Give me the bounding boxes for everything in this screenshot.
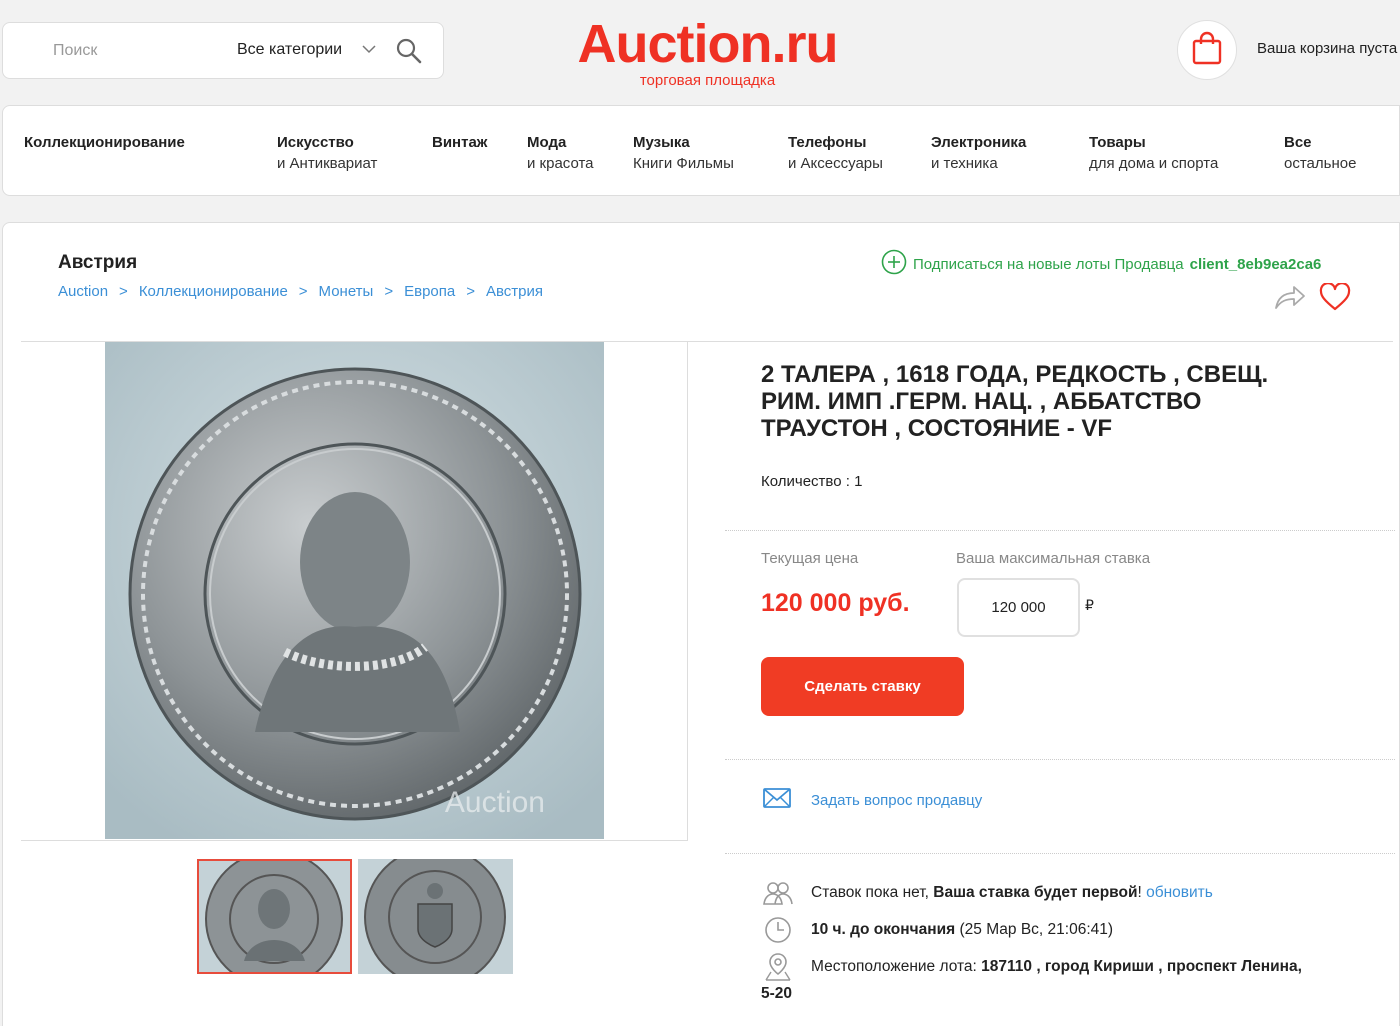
exclamation: ! xyxy=(1137,884,1142,901)
subscribe-seller-link[interactable]: Подписаться на новые лоты Продавца clien… xyxy=(881,249,1321,279)
nav-item-phones[interactable]: Телефоны и Аксессуары xyxy=(788,132,883,174)
nav-label: Телефоны xyxy=(788,134,867,151)
image-gallery: Auction xyxy=(21,341,688,841)
location-value-tail: 5-20 xyxy=(761,985,793,1002)
breadcrumb-link[interactable]: Австрия xyxy=(486,283,543,300)
nav-label: Коллекционирование xyxy=(24,134,185,151)
coin-thumbnail-image xyxy=(358,859,513,974)
nav-sublabel: для дома и спорта xyxy=(1089,155,1219,172)
current-price: 120 000 руб. xyxy=(761,589,910,617)
search-box: Все категории xyxy=(2,22,444,79)
location-label: Местоположение лота: xyxy=(811,958,977,975)
ask-seller-text: Задать вопрос продавцу xyxy=(811,792,983,809)
nav-item-home[interactable]: Товары для дома и спорта xyxy=(1089,132,1218,174)
nav-item-art[interactable]: Искусство и Антиквариат xyxy=(277,132,377,174)
quantity-label: Количество : xyxy=(761,473,850,490)
search-input[interactable] xyxy=(53,23,213,78)
nav-label: Товары xyxy=(1089,134,1146,151)
category-select[interactable]: Все категории xyxy=(237,41,342,59)
coin-thumbnail-image xyxy=(199,861,350,972)
divider xyxy=(725,759,1395,760)
nav-label: Мода xyxy=(527,134,567,151)
share-icon[interactable] xyxy=(1273,283,1307,316)
nav-item-other[interactable]: Все остальное xyxy=(1284,132,1356,174)
max-bid-label: Ваша максимальная ставка xyxy=(956,550,1151,567)
nav-label: Электроника xyxy=(931,134,1027,151)
currency-symbol: ₽ xyxy=(1085,597,1094,613)
place-bid-button[interactable]: Сделать ставку xyxy=(761,657,964,716)
nav-sublabel: остальное xyxy=(1284,155,1357,172)
seller-name: client_8eb9ea2ca6 xyxy=(1189,255,1322,273)
nav-label: Музыка xyxy=(633,134,690,151)
shopping-bag-icon xyxy=(1191,31,1223,70)
breadcrumb-separator: > xyxy=(466,283,475,300)
lot-card: Австрия Auction > Коллекционирование > Монет… xyxy=(2,222,1400,1026)
quantity-value: 1 xyxy=(854,473,863,490)
users-icon xyxy=(763,880,793,906)
breadcrumb-separator: > xyxy=(119,283,128,300)
thumbnail-obverse[interactable] xyxy=(197,859,352,974)
coin-obverse-image: Auction xyxy=(105,342,604,839)
breadcrumb-link[interactable]: Auction xyxy=(58,283,108,300)
first-bid-text: Ваша ставка будет первой xyxy=(933,884,1138,901)
envelope-icon xyxy=(763,788,791,813)
nav-item-fashion[interactable]: Мода и красота xyxy=(527,132,594,174)
time-left-row: 10 ч. до окончания (25 Мар Вс, 21:06:41) xyxy=(763,916,1113,944)
breadcrumb: Auction > Коллекционирование > Монеты > Европа… xyxy=(58,283,543,300)
cart-status-text[interactable]: Ваша корзина пуста xyxy=(1257,40,1397,57)
max-bid-input[interactable] xyxy=(957,578,1080,637)
quantity: Количество : 1 xyxy=(761,473,862,490)
nav-sublabel: и красота xyxy=(527,155,594,172)
category-nav: Коллекционирование Искусство и Антиквариа… xyxy=(2,105,1400,196)
nav-item-electronics[interactable]: Электроника и техника xyxy=(931,132,1026,174)
end-date: (25 Мар Вс, 21:06:41) xyxy=(959,921,1114,938)
subscribe-text: Подписаться на новые лоты Продавца xyxy=(913,255,1184,273)
map-pin-icon xyxy=(763,952,793,982)
ask-seller-link[interactable]: Задать вопрос продавцу xyxy=(763,788,982,813)
site-logo[interactable]: Auction.ru торговая площадка xyxy=(565,14,850,89)
refresh-link[interactable]: обновить xyxy=(1146,884,1213,902)
nav-sublabel: и Антиквариат xyxy=(277,155,378,172)
nav-label: Искусство xyxy=(277,134,354,151)
nav-label: Винтаж xyxy=(432,134,488,151)
nav-label: Все xyxy=(1284,134,1312,151)
current-price-label: Текущая цена xyxy=(761,550,859,567)
divider xyxy=(725,853,1395,854)
plus-circle-icon xyxy=(881,249,907,279)
heart-icon[interactable] xyxy=(1319,282,1351,316)
no-bids-text: Ставок пока нет, xyxy=(811,884,929,901)
watermark: Auction xyxy=(445,786,545,819)
breadcrumb-separator: > xyxy=(384,283,394,300)
lot-title: 2 ТАЛЕРА , 1618 ГОДА, РЕДКОСТЬ , СВЕЩ. Р… xyxy=(761,361,1269,442)
nav-item-music[interactable]: Музыка Книги Фильмы xyxy=(633,132,734,174)
nav-item-vintage[interactable]: Винтаж xyxy=(432,132,487,153)
nav-sublabel: и Аксессуары xyxy=(788,155,883,172)
nav-sublabel: Книги Фильмы xyxy=(633,155,734,172)
breadcrumb-link[interactable]: Европа xyxy=(404,283,455,300)
location-row: Местоположение лота: 187110 , город Кири… xyxy=(763,952,1302,982)
cart-button[interactable] xyxy=(1177,20,1237,80)
logo-main: Auction.ru xyxy=(577,14,839,74)
chevron-down-icon[interactable] xyxy=(361,41,377,62)
logo-tagline: торговая площадка xyxy=(639,72,776,89)
thumbnail-reverse[interactable] xyxy=(358,859,513,974)
search-icon[interactable] xyxy=(395,37,423,70)
nav-sublabel: и техника xyxy=(931,155,998,172)
divider xyxy=(725,530,1395,531)
clock-icon xyxy=(763,916,793,944)
location-value: 187110 , город Кириши , проспект Ленина, xyxy=(981,958,1302,975)
partial-icon xyxy=(763,1021,791,1026)
time-left: 10 ч. до окончания xyxy=(811,921,956,938)
page-title: Австрия xyxy=(58,252,138,273)
breadcrumb-link[interactable]: Монеты xyxy=(319,283,374,300)
bids-status-row: Ставок пока нет, Ваша ставка будет перво… xyxy=(763,880,1213,906)
lot-main-image[interactable]: Auction xyxy=(105,342,604,839)
breadcrumb-link[interactable]: Коллекционирование xyxy=(139,283,288,300)
breadcrumb-separator: > xyxy=(298,283,308,300)
nav-item-collecting[interactable]: Коллекционирование xyxy=(24,132,185,153)
